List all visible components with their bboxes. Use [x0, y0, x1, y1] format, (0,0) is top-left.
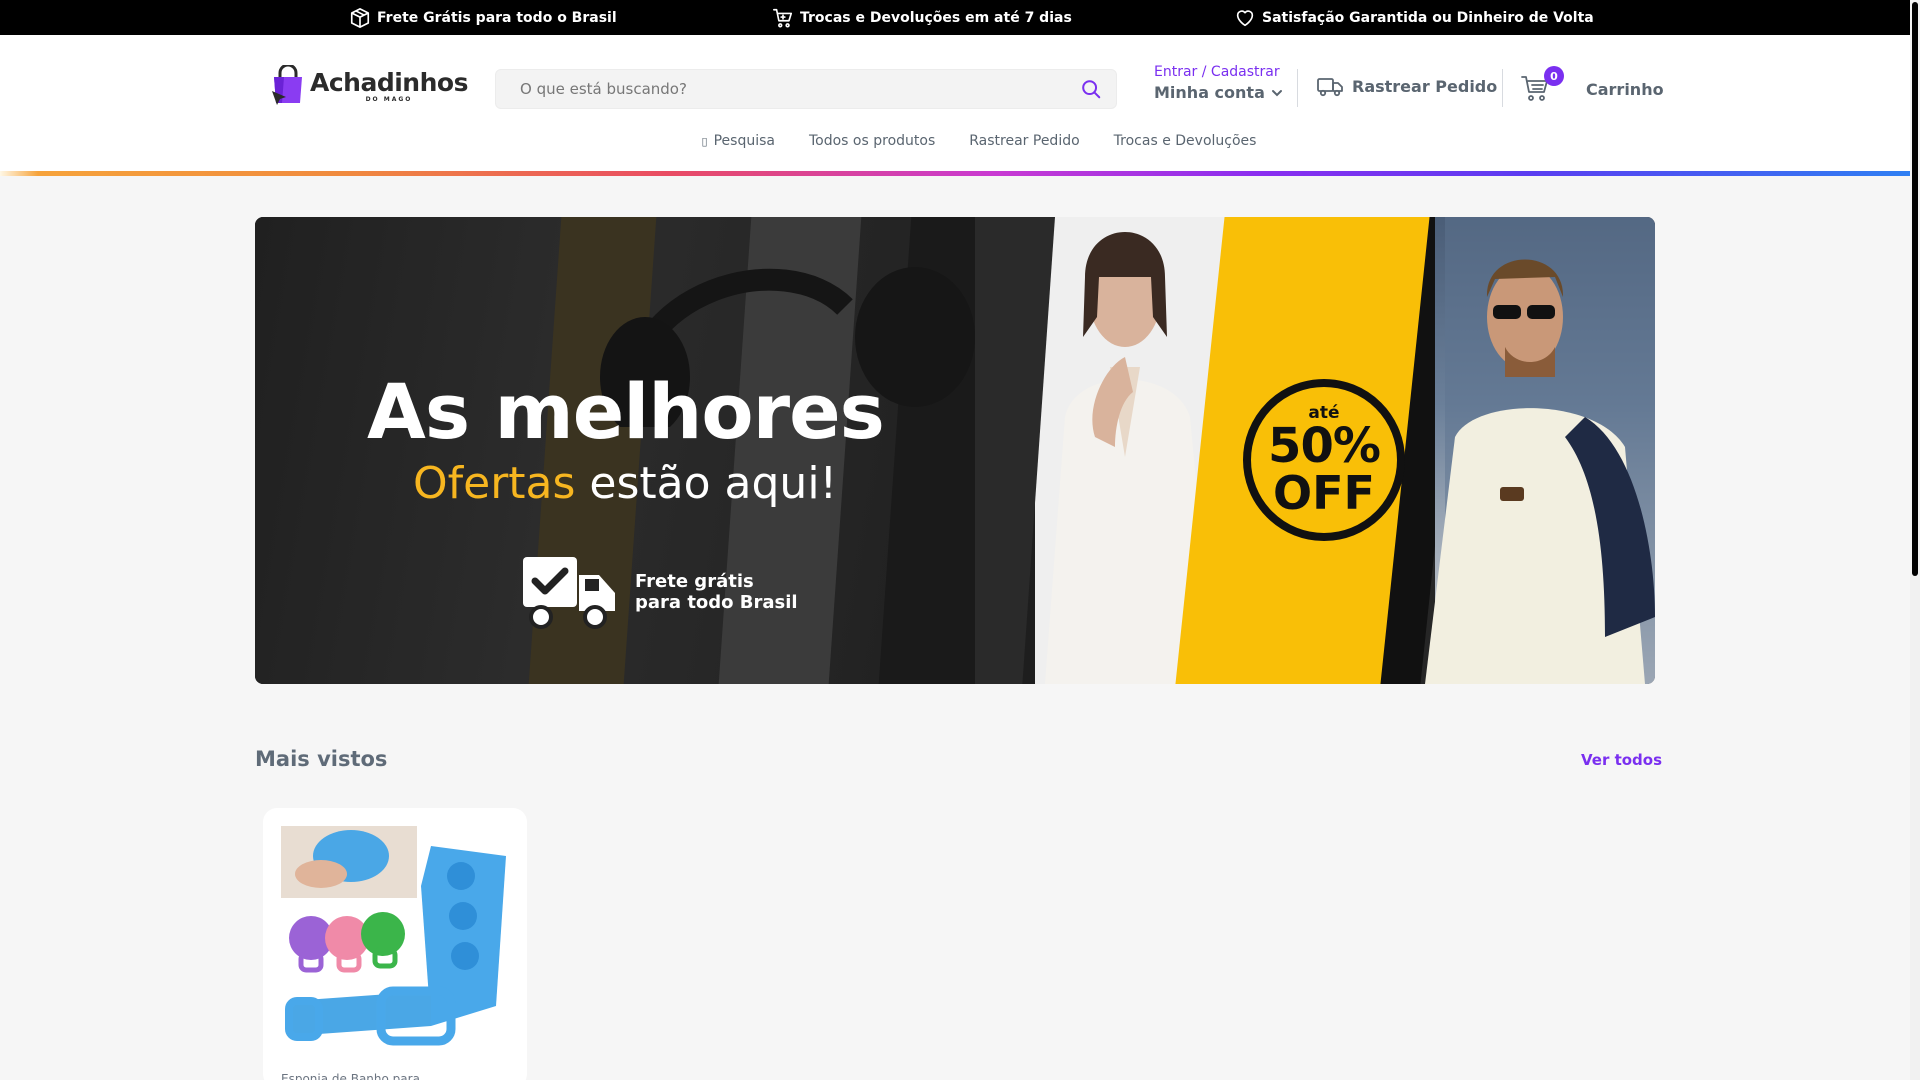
nav-item-search[interactable]: ▯ Pesquisa	[702, 133, 775, 149]
page-scrollbar[interactable]	[1910, 0, 1920, 1080]
search-input[interactable]	[496, 70, 1066, 108]
cart-icon	[773, 8, 793, 28]
nav-item-returns[interactable]: Trocas e Devoluções	[1114, 133, 1257, 149]
search-icon: ▯	[701, 134, 708, 148]
banner-subline-rest: estão aqui!	[589, 458, 838, 509]
announcement-guarantee: Satisfação Garantida ou Dinheiro de Volt…	[1234, 0, 1594, 35]
nav-item-label: Rastrear Pedido	[969, 133, 1080, 149]
product-image[interactable]	[281, 826, 509, 1054]
site-header: Achadinhos DO MAGO Entrar / Cadastrar Mi…	[0, 35, 1910, 172]
announcement-text: Frete Grátis para todo o Brasil	[377, 9, 617, 26]
see-all-link[interactable]: Ver todos	[1581, 751, 1662, 769]
nav-item-label: Trocas e Devoluções	[1113, 133, 1257, 149]
banner-subline: Ofertas estão aqui!	[413, 458, 837, 509]
track-order-label: Rastrear Pedido	[1352, 76, 1498, 96]
my-account-label: Minha conta	[1154, 83, 1265, 102]
header-gradient-divider	[0, 171, 1910, 176]
announcement-returns: Trocas e Devoluções em até 7 dias	[772, 0, 1072, 35]
discount-badge-off: OFF	[1273, 465, 1375, 520]
cart-button[interactable]: 0 Carrinho	[1520, 66, 1664, 104]
cart-label: Carrinho	[1586, 79, 1664, 99]
announcement-text: Satisfação Garantida ou Dinheiro de Volt…	[1262, 9, 1594, 26]
cart-count-badge: 0	[1544, 66, 1564, 86]
announcement-free-shipping: Frete Grátis para todo o Brasil	[349, 0, 617, 35]
nav-item-label: Pesquisa	[713, 133, 775, 149]
chevron-down-icon	[1271, 89, 1282, 96]
model-man-image	[1425, 217, 1655, 684]
shopping-bag-logo-icon	[270, 63, 306, 107]
scrollbar-thumb[interactable]	[1912, 2, 1918, 576]
announcement-text: Trocas e Devoluções em até 7 dias	[800, 9, 1072, 26]
brand-subtitle: DO MAGO	[365, 95, 413, 103]
discount-badge: até 50% OFF	[1243, 379, 1405, 541]
search-bar	[495, 69, 1117, 109]
banner-shipping-line1: Frete grátis	[635, 571, 754, 593]
product-card[interactable]: Esponja de Banho para	[263, 808, 527, 1080]
nav-item-label: Todos os produtos	[808, 133, 936, 149]
heart-icon	[1236, 9, 1254, 26]
nav-item-all-products[interactable]: Todos os produtos	[809, 133, 935, 149]
main-nav: ▯ Pesquisa Todos os produtos Rastrear Pe…	[0, 133, 1910, 149]
banner-shipping: Frete grátis para todo Brasil	[523, 557, 798, 629]
header-divider	[1297, 69, 1298, 107]
brand-logo[interactable]: Achadinhos DO MAGO	[270, 63, 468, 107]
delivery-truck-icon	[523, 557, 615, 629]
search-button[interactable]	[1066, 69, 1116, 109]
discount-badge-percent: 50%	[1268, 417, 1381, 474]
box-icon	[350, 7, 370, 28]
my-account-dropdown[interactable]: Minha conta	[1154, 83, 1283, 102]
banner-subline-accent: Ofertas	[413, 458, 576, 509]
search-icon	[1082, 80, 1101, 99]
banner-headline: As melhores	[367, 367, 885, 456]
header-divider	[1502, 69, 1503, 107]
product-name[interactable]: Esponja de Banho para	[281, 1072, 420, 1080]
hero-banner[interactable]: As melhores Ofertas estão aqui! Frete gr…	[255, 217, 1655, 684]
login-register-link[interactable]: Entrar / Cadastrar	[1154, 64, 1283, 80]
nav-item-track-order[interactable]: Rastrear Pedido	[969, 133, 1079, 149]
truck-icon	[1317, 78, 1343, 97]
announcement-bar: Frete Grátis para todo o Brasil Trocas e…	[0, 0, 1910, 35]
banner-shipping-line2: para todo Brasil	[635, 592, 798, 613]
account-menu[interactable]: Entrar / Cadastrar Minha conta	[1154, 64, 1283, 102]
section-title: Mais vistos	[255, 747, 388, 771]
brand-name: Achadinhos	[310, 67, 468, 97]
track-order-link[interactable]: Rastrear Pedido	[1316, 73, 1497, 99]
